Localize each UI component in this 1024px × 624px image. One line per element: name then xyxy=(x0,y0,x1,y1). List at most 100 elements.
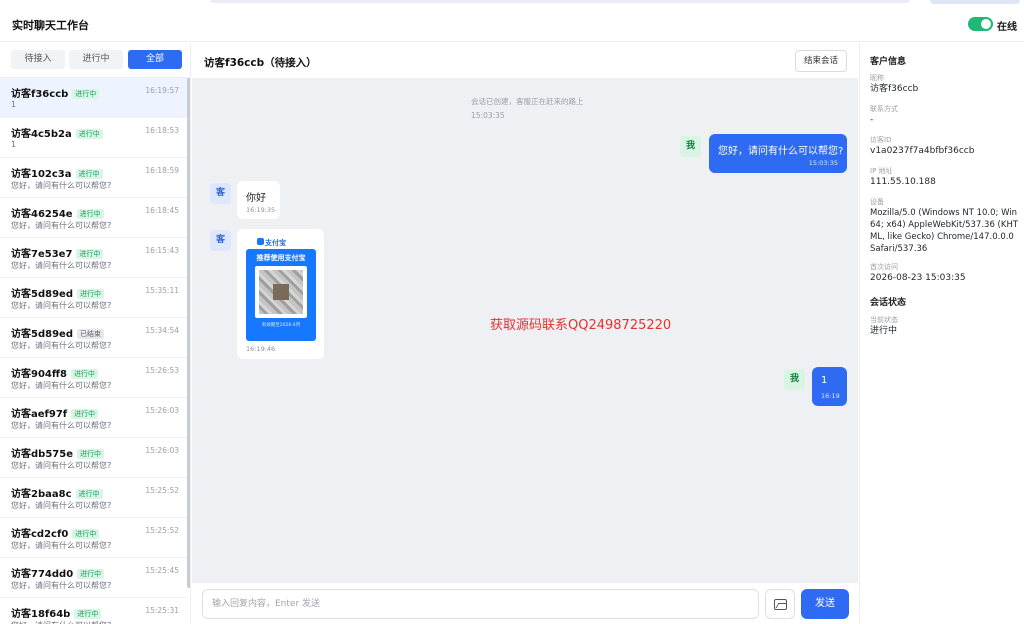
visitor-name-text: 访客18f64b xyxy=(11,609,71,620)
field-value-first-visit: 2026-08-23 15:03:35 xyxy=(870,273,966,283)
list-item[interactable]: 访客102c3a 进行中 16:18:59 您好，请问有什么可以帮您? xyxy=(0,158,187,198)
status-badge: 进行中 xyxy=(72,529,100,539)
agent-avatar: 我 xyxy=(784,369,805,390)
list-item[interactable]: 访客5d89ed 已结束 15:34:54 您好，请问有什么可以帮您? xyxy=(0,318,187,358)
field-label-device: 设备 xyxy=(870,198,884,206)
top-search-bar[interactable] xyxy=(210,0,910,3)
field-label-first-visit: 首次访问 xyxy=(870,263,898,271)
top-action-button[interactable] xyxy=(930,0,1020,4)
composer: 输入回复内容，Enter 发送 发送 xyxy=(192,582,858,624)
list-item[interactable]: 访客4c5b2a 进行中 16:18:53 1 xyxy=(0,118,187,158)
list-item-preview: 您好，请问有什么可以帮您? xyxy=(11,221,112,230)
visitor-name: 访客db575e 进行中 xyxy=(11,445,104,460)
reply-input[interactable]: 输入回复内容，Enter 发送 xyxy=(202,589,759,619)
list-item-preview: 您好，请问有什么可以帮您? xyxy=(11,381,112,390)
visitor-name-text: 访客f36ccb xyxy=(11,89,69,100)
filter-tab-active[interactable]: 进行中 xyxy=(69,50,123,69)
list-item[interactable]: 访客7e53e7 进行中 16:15:43 您好，请问有什么可以帮您? xyxy=(0,238,187,278)
status-badge: 进行中 xyxy=(71,409,99,419)
message-time: 15:03:35 xyxy=(808,159,838,167)
system-message: 会话已创建，客服正在赶来的路上 xyxy=(471,97,584,106)
conversation-list: 访客f36ccb 进行中 16:19:57 1 访客4c5b2a 进行中 16:18:53 1… xyxy=(0,78,187,624)
visitor-name: 访客7e53e7 进行中 xyxy=(11,245,104,260)
toggle-knob xyxy=(981,19,991,29)
list-item-preview: 1 xyxy=(11,100,17,109)
list-item-time: 16:15:43 xyxy=(145,246,179,255)
visitor-name-text: 访客774dd0 xyxy=(11,569,74,580)
visitor-name: 访客18f64b 进行中 xyxy=(11,605,102,620)
list-item-preview: 您好，请问有什么可以帮您? xyxy=(11,181,112,190)
customer-info-panel: 客户信息 昵称 访客f36ccb 联系方式 - 访客ID v1a0237f7a4… xyxy=(859,43,1024,624)
visitor-name: 访客5d89ed 已结束 xyxy=(11,325,104,340)
visitor-name-text: 访客cd2cf0 xyxy=(11,529,69,540)
message-time: 16:19 xyxy=(821,392,840,400)
field-label-contact: 联系方式 xyxy=(870,105,898,113)
list-item[interactable]: 访客cd2cf0 进行中 15:25:52 您好，请问有什么可以帮您? xyxy=(0,518,187,558)
status-badge: 进行中 xyxy=(76,289,104,299)
system-message-time: 15:03:35 xyxy=(471,111,505,120)
send-image-button[interactable] xyxy=(765,589,795,619)
list-item[interactable]: 访客aef97f 进行中 15:26:03 您好，请问有什么可以帮您? xyxy=(0,398,187,438)
status-badge: 进行中 xyxy=(76,249,104,259)
visitor-name-text: 访客5d89ed xyxy=(11,329,73,340)
list-item[interactable]: 访客2baa8c 进行中 15:25:52 您好，请问有什么可以帮您? xyxy=(0,478,187,518)
list-item[interactable]: 访客46254e 进行中 16:18:45 您好，请问有什么可以帮您? xyxy=(0,198,187,238)
visitor-name: 访客f36ccb 进行中 xyxy=(11,85,100,100)
filter-tab-all[interactable]: 全部 xyxy=(128,50,182,69)
visitor-name: 访客904ff8 进行中 xyxy=(11,365,98,380)
status-badge: 进行中 xyxy=(72,89,100,99)
message-text: 您好，请问有什么可以帮您? xyxy=(718,146,844,157)
visitor-name-text: 访客aef97f xyxy=(11,409,68,420)
image-message-card[interactable]: 支付宝 推荐使用支付宝 有效期至2026-4月 16:19:46 xyxy=(237,229,324,359)
list-item[interactable]: 访客904ff8 进行中 15:26:53 您好，请问有什么可以帮您? xyxy=(0,358,187,398)
list-item[interactable]: 访客774dd0 进行中 15:25:45 您好，请问有什么可以帮您? xyxy=(0,558,187,598)
visitor-name-text: 访客904ff8 xyxy=(11,369,67,380)
visitor-name: 访客774dd0 进行中 xyxy=(11,565,105,580)
field-label-visitor-id: 访客ID xyxy=(870,136,892,144)
visitor-name-text: 访客102c3a xyxy=(11,169,72,180)
qr-caption: 有效期至2026-4月 xyxy=(261,323,301,328)
field-value-device: Mozilla/5.0 (Windows NT 10.0; Win64; x64… xyxy=(870,208,1019,254)
visitor-name-text: 访客2baa8c xyxy=(11,489,72,500)
list-item-time: 16:18:53 xyxy=(145,126,179,135)
status-badge: 已结束 xyxy=(76,329,104,339)
visitor-name-text: 访客7e53e7 xyxy=(11,249,73,260)
list-item-time: 15:34:54 xyxy=(145,326,179,335)
filter-tab-pending[interactable]: 待接入 xyxy=(11,50,65,69)
status-badge: 进行中 xyxy=(70,369,98,379)
send-button[interactable]: 发送 xyxy=(801,589,849,619)
customer-avatar: 客 xyxy=(210,183,231,204)
list-scrollbar[interactable] xyxy=(187,78,190,588)
message-time: 16:19:46 xyxy=(246,345,276,353)
list-item[interactable]: 访客5d89ed 进行中 15:35:11 您好，请问有什么可以帮您? xyxy=(0,278,187,318)
visitor-name-text: 访客46254e xyxy=(11,209,73,220)
online-toggle[interactable] xyxy=(968,17,993,31)
qr-code-image xyxy=(255,266,307,318)
visitor-name: 访客aef97f 进行中 xyxy=(11,405,99,420)
chat-panel: 访客f36ccb（待接入） 结束会话 会话已创建，客服正在赶来的路上 15:03… xyxy=(192,43,858,624)
visitor-name-text: 访客5d89ed xyxy=(11,289,73,300)
end-session-button[interactable]: 结束会话 xyxy=(795,50,847,72)
list-item-time: 15:26:03 xyxy=(145,446,179,455)
field-label-nickname: 昵称 xyxy=(870,74,884,82)
status-badge: 进行中 xyxy=(76,449,104,459)
list-item-time: 15:25:31 xyxy=(145,606,179,615)
status-badge: 进行中 xyxy=(75,169,103,179)
list-item[interactable]: 访客18f64b进行中 15:25:31 您好，请问有什么可以帮您? xyxy=(0,598,187,624)
list-item[interactable]: 访客db575e 进行中 15:26:03 您好，请问有什么可以帮您? xyxy=(0,438,187,478)
qr-poster: 推荐使用支付宝 有效期至2026-4月 xyxy=(246,249,316,341)
list-item-preview: 您好，请问有什么可以帮您? xyxy=(11,421,112,430)
qr-brand: 支付宝 xyxy=(265,239,286,247)
list-item-preview: 您好，请问有什么可以帮您? xyxy=(11,620,111,624)
list-item-preview: 1 xyxy=(11,140,17,149)
visitor-name: 访客46254e 进行中 xyxy=(11,205,104,220)
visitor-name: 访客4c5b2a 进行中 xyxy=(11,125,103,140)
list-item-preview: 您好，请问有什么可以帮您? xyxy=(11,541,112,550)
list-item-time: 15:26:03 xyxy=(145,406,179,415)
list-item-time: 16:19:57 xyxy=(145,86,179,95)
list-item[interactable]: 访客f36ccb 进行中 16:19:57 1 xyxy=(0,78,187,118)
list-item-preview: 您好，请问有什么可以帮您? xyxy=(11,261,112,270)
list-item-preview: 您好，请问有什么可以帮您? xyxy=(11,341,112,350)
list-item-preview: 您好，请问有什么可以帮您? xyxy=(11,301,112,310)
qr-center-logo xyxy=(273,284,289,300)
